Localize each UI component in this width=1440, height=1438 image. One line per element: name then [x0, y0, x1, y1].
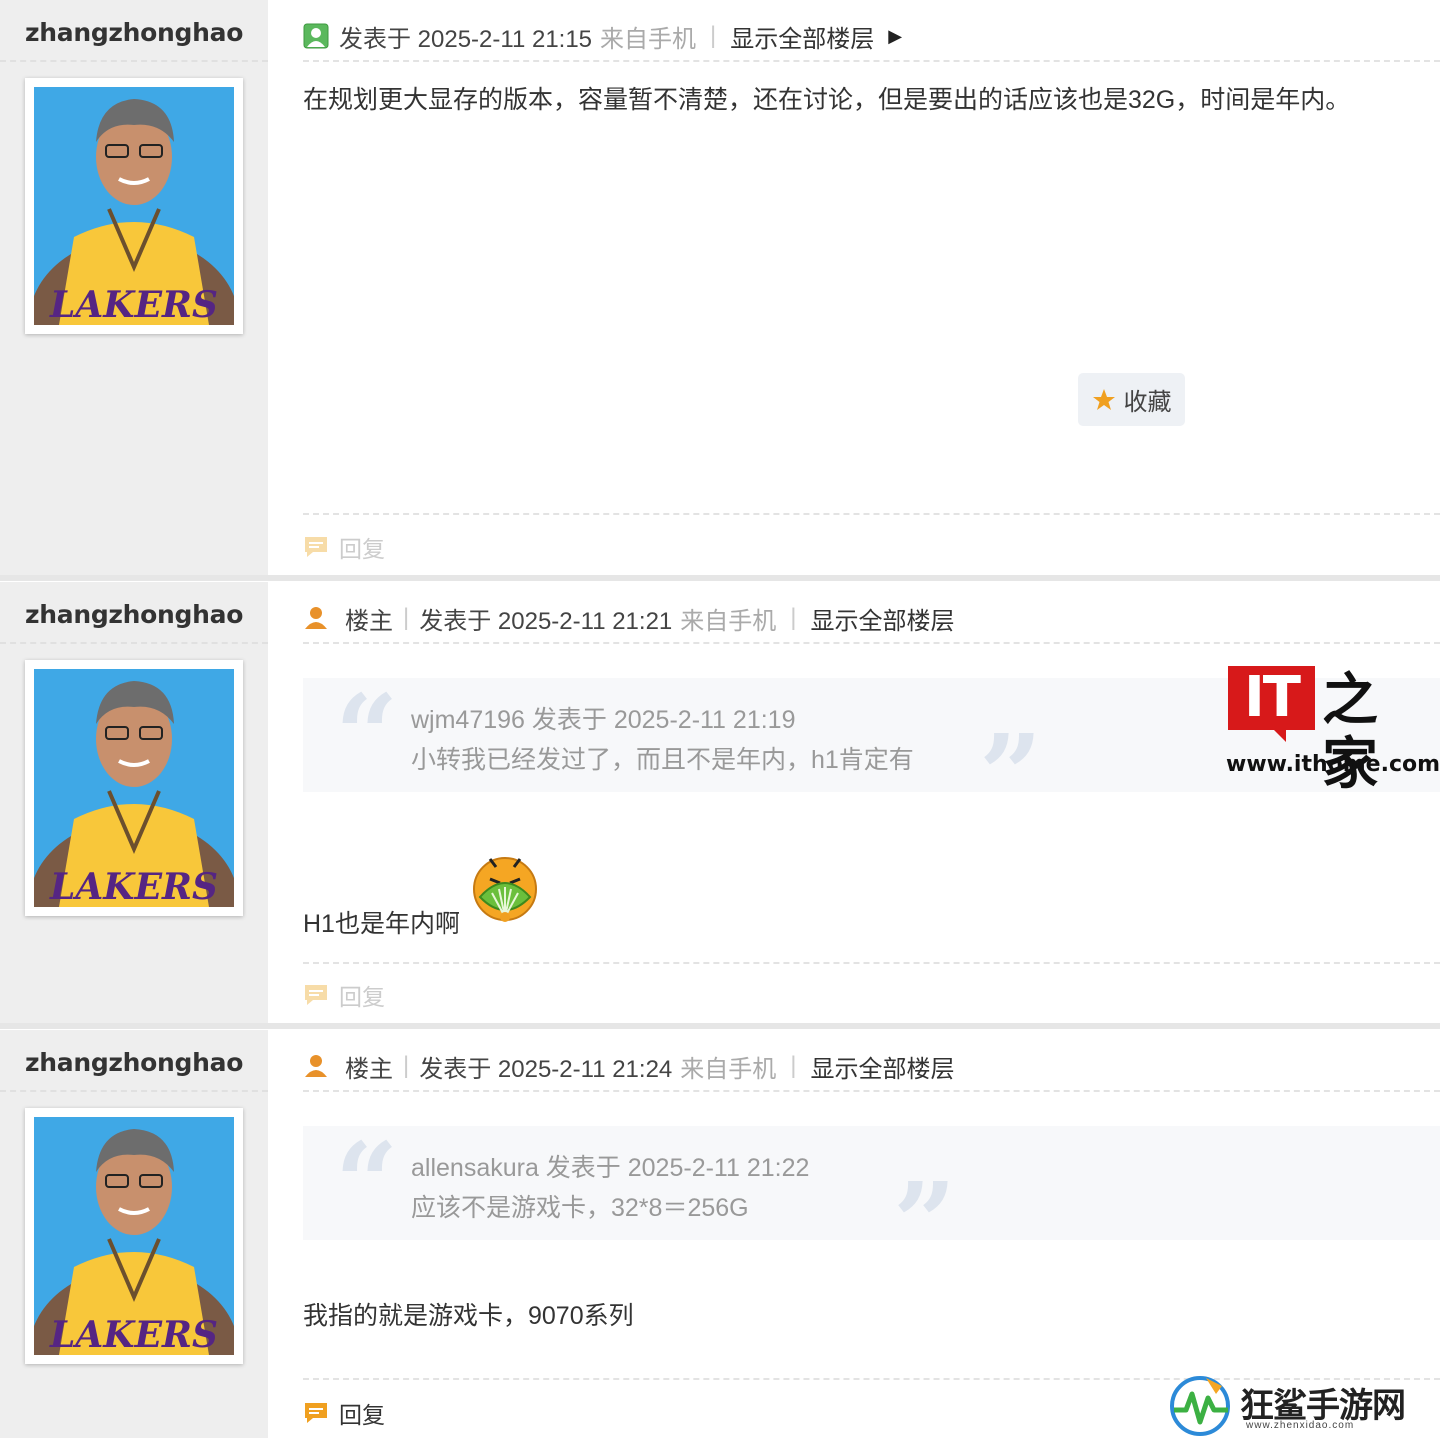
divider: [303, 1090, 1440, 1092]
divider: [303, 642, 1440, 644]
divider: [0, 1090, 268, 1092]
reply-bubble-icon: [303, 535, 329, 559]
author-username[interactable]: zhangzhonghao: [25, 600, 243, 629]
avatar[interactable]: LAKERS: [25, 1108, 243, 1364]
author-username[interactable]: zhangzhonghao: [25, 1048, 243, 1077]
ithome-logo-tail: [1272, 728, 1286, 742]
post-author-panel: zhangzhonghao LAKERS: [0, 1030, 268, 1438]
post-1: zhangzhonghao LAKERS 发表于 2025-2-11 21:15: [0, 0, 1440, 575]
post-content: 我指的就是游戏卡，9070系列: [303, 1302, 634, 1330]
quote-block: “ allensakura 发表于 2025-2-11 21:22 应该不是游戏…: [303, 1118, 1440, 1278]
host-user-icon: [303, 605, 329, 631]
posted-time: 发表于 2025-2-11 21:21: [419, 607, 673, 635]
meta-separator: |: [790, 604, 797, 631]
fan-face-emoji-icon: [472, 847, 538, 932]
avatar-image: LAKERS: [34, 669, 234, 907]
quote-author: wjm47196 发表于 2025-2-11 21:19: [411, 706, 796, 734]
svg-text:LAKERS: LAKERS: [49, 866, 218, 907]
host-user-icon: [303, 1053, 329, 1079]
host-badge: 楼主: [345, 607, 393, 635]
reply-label: 回复: [339, 536, 385, 562]
avatar-image: LAKERS: [34, 1117, 234, 1355]
divider: [303, 962, 1440, 964]
meta-separator: |: [710, 22, 717, 49]
site-logo-icon: [1170, 1376, 1230, 1436]
posted-time: 发表于 2025-2-11 21:24: [419, 1055, 673, 1083]
reply-bubble-icon: [303, 983, 329, 1007]
post-content: H1也是年内啊: [303, 910, 460, 938]
post-meta: 发表于 2025-2-11 21:15 来自手机 | 显示全部楼层 ▶: [303, 18, 902, 54]
star-icon: [1092, 388, 1116, 412]
quote-open-icon: “: [335, 670, 399, 799]
post-source: 来自手机: [680, 607, 777, 635]
ithome-watermark: IT 之家 www.ithome.com: [1222, 664, 1440, 797]
arrow-right-icon[interactable]: ▶: [888, 26, 902, 47]
quote-close-icon: ”: [893, 1158, 957, 1287]
show-all-floors-link[interactable]: 显示全部楼层: [811, 601, 955, 636]
post-content: 在规划更大显存的版本，容量暂不清楚，还在讨论，但是要出的话应该也是32G，时间是…: [303, 86, 1351, 114]
post-separator: [0, 575, 1440, 581]
favorite-button[interactable]: 收藏: [1078, 373, 1185, 426]
site-watermark: 狂鲨手游网 www.zhenxidao.com: [1166, 1372, 1440, 1438]
post-body-panel: 楼主 | 发表于 2025-2-11 21:21 来自手机 | 显示全部楼层 “…: [268, 582, 1440, 1023]
meta-separator: |: [790, 1052, 797, 1079]
post-author-panel: zhangzhonghao LAKERS: [0, 0, 268, 575]
post-author-panel: zhangzhonghao LAKERS: [0, 582, 268, 1023]
quote-text: 应该不是游戏卡，32*8＝256G: [411, 1194, 749, 1222]
meta-separator: |: [403, 604, 410, 631]
meta-separator: |: [403, 1052, 410, 1079]
reply-label: 回复: [339, 1402, 385, 1428]
quote-open-icon: “: [335, 1118, 399, 1247]
site-url: www.zhenxidao.com: [1246, 1420, 1355, 1431]
show-all-floors-link[interactable]: 显示全部楼层: [730, 19, 874, 54]
ithome-url: www.ithome.com: [1226, 752, 1440, 777]
quote-close-icon: ”: [979, 710, 1043, 839]
post-body-panel: 发表于 2025-2-11 21:15 来自手机 | 显示全部楼层 ▶ 在规划更…: [268, 0, 1440, 575]
divider: [303, 60, 1440, 62]
post-meta: 楼主 | 发表于 2025-2-11 21:21 来自手机 | 显示全部楼层: [303, 600, 955, 636]
svg-text:LAKERS: LAKERS: [49, 284, 218, 325]
reply-button[interactable]: 回复: [303, 1396, 385, 1430]
online-user-icon: [303, 23, 329, 49]
reply-label: 回复: [339, 984, 385, 1010]
divider: [0, 60, 268, 62]
reply-bubble-icon: [303, 1401, 329, 1425]
post-separator: [0, 1023, 1440, 1029]
author-username[interactable]: zhangzhonghao: [25, 18, 243, 47]
avatar-image: LAKERS: [34, 87, 234, 325]
divider: [0, 642, 268, 644]
divider: [303, 513, 1440, 515]
quote-author: allensakura 发表于 2025-2-11 21:22: [411, 1154, 810, 1182]
favorite-label: 收藏: [1123, 389, 1172, 416]
post-source: 来自手机: [600, 25, 697, 53]
avatar[interactable]: LAKERS: [25, 78, 243, 334]
ithome-logo-box: IT: [1228, 666, 1315, 730]
post-meta: 楼主 | 发表于 2025-2-11 21:24 来自手机 | 显示全部楼层: [303, 1048, 955, 1084]
reply-button[interactable]: 回复: [303, 530, 385, 564]
posted-time: 发表于 2025-2-11 21:15: [339, 25, 593, 53]
quote-text: 小转我已经发过了，而且不是年内，h1肯定有: [411, 746, 914, 774]
post-2: zhangzhonghao LAKERS 楼主 | 发表于 2025-2-11 …: [0, 582, 1440, 1023]
reply-button[interactable]: 回复: [303, 978, 385, 1012]
svg-text:LAKERS: LAKERS: [49, 1314, 218, 1355]
post-source: 来自手机: [680, 1055, 777, 1083]
avatar[interactable]: LAKERS: [25, 660, 243, 916]
host-badge: 楼主: [345, 1055, 393, 1083]
show-all-floors-link[interactable]: 显示全部楼层: [811, 1049, 955, 1084]
